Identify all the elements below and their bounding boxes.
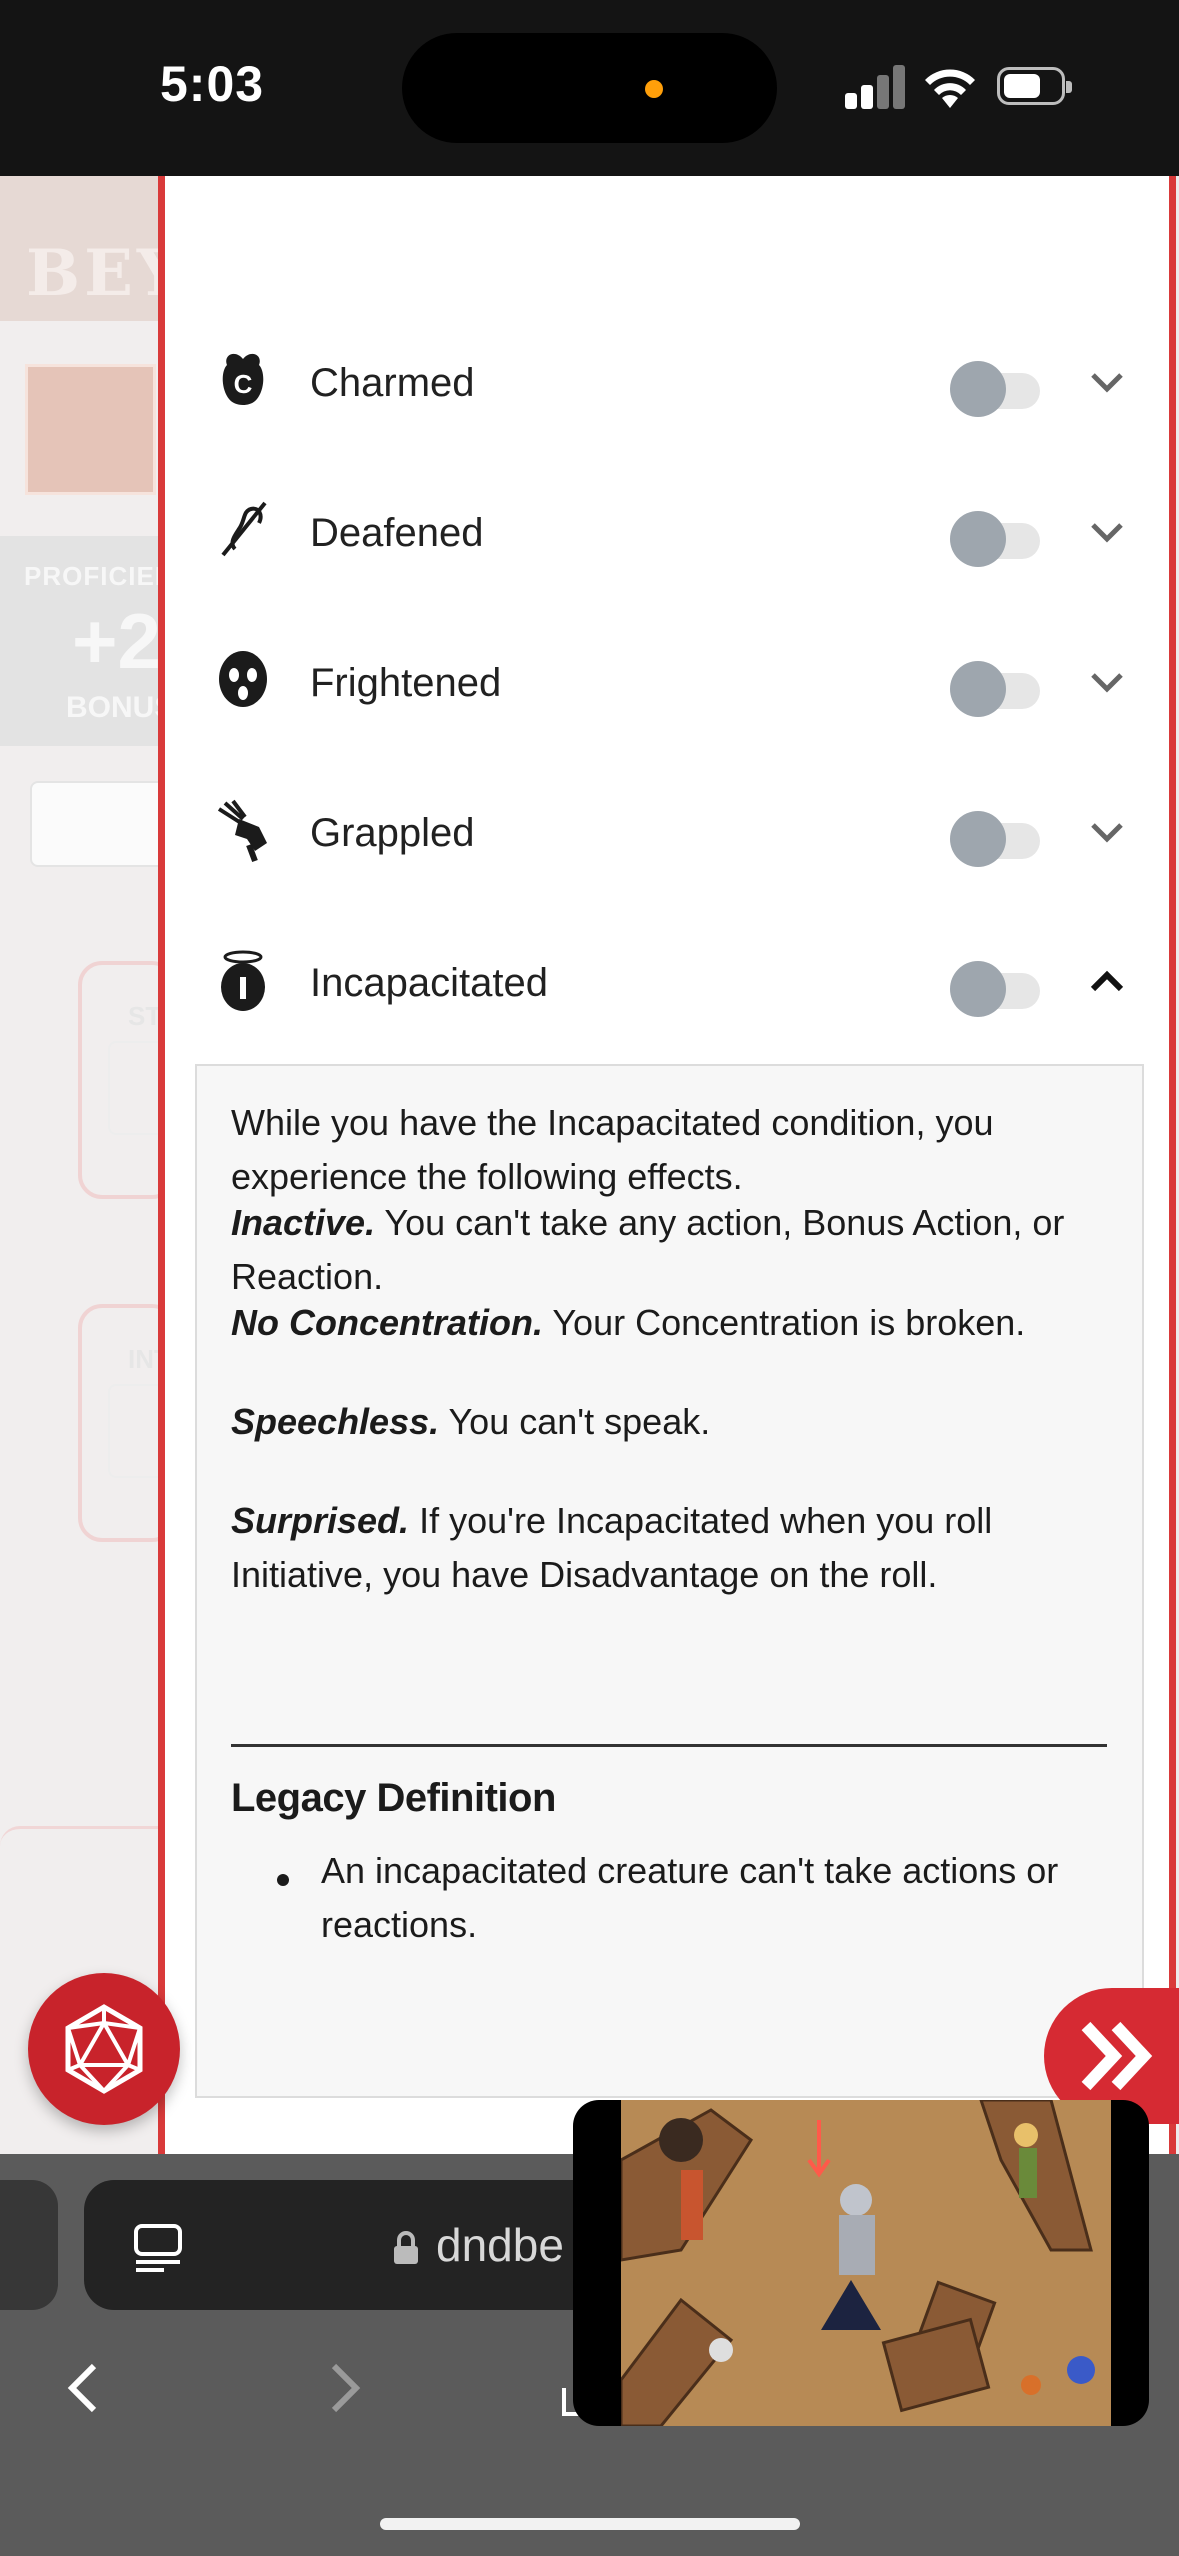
incapacitated-description: While you have the Incapacitated conditi… (195, 1064, 1144, 2098)
chevron-down-icon[interactable] (1087, 817, 1127, 847)
deafened-toggle[interactable] (950, 511, 1040, 567)
condition-row-frightened[interactable]: Frightened (165, 623, 1169, 743)
charmed-toggle[interactable] (950, 361, 1040, 417)
condition-row-incapacitated[interactable]: Incapacitated (165, 923, 1169, 1043)
deafened-icon (221, 501, 267, 557)
frightened-icon (219, 651, 267, 707)
description-intro: While you have the Incapacitated conditi… (231, 1102, 994, 1197)
character-avatar (25, 364, 156, 495)
incapacitated-icon (221, 950, 265, 1011)
battle-map-scene (619, 2100, 1095, 2426)
condition-row-charmed[interactable]: C Charmed (165, 323, 1169, 443)
condition-label: Deafened (310, 511, 484, 555)
condition-row-grappled[interactable]: Grappled (165, 773, 1169, 893)
condition-label: Grappled (310, 811, 475, 855)
legacy-definition-item: An incapacitated creature can't take act… (321, 1850, 1059, 1945)
lock-icon (394, 2231, 418, 2264)
stat-label-intelligence: INT (128, 1344, 160, 1374)
grappled-toggle[interactable] (950, 811, 1040, 867)
wifi-icon (925, 69, 975, 108)
proficiency-bonus-label: BONUS (66, 691, 160, 724)
logo-text: BEY (26, 236, 160, 311)
dynamic-island (402, 33, 777, 143)
previous-tab-preview[interactable] (0, 2180, 58, 2310)
privacy-indicator-dot (645, 80, 663, 98)
effect-surprised: Surprised. If you're Incapacitated when … (231, 1500, 993, 1595)
reader-mode-icon[interactable] (132, 2222, 184, 2272)
proficiency-label: PROFICIEN (24, 561, 160, 591)
divider (231, 1744, 1107, 1747)
stat-score-box (108, 1384, 160, 1478)
d20-icon (65, 2004, 143, 2094)
legacy-definition-title: Legacy Definition (231, 1776, 556, 1820)
frightened-toggle[interactable] (950, 661, 1040, 717)
background-frame-line (0, 1826, 160, 1853)
chevron-down-icon[interactable] (1087, 517, 1127, 547)
background-character-sheet: BEY PROFICIEN +2 BONUS ST INT (0, 176, 160, 2176)
conditions-panel: C Charmed Deafened Frightened Grappled I… (158, 176, 1176, 2154)
effect-speechless: Speechless. You can't speak. (231, 1401, 711, 1442)
stat-score-box (108, 1041, 160, 1135)
background-input-box (30, 781, 160, 867)
forward-arrow-icon[interactable] (318, 2358, 368, 2418)
dice-roller-button[interactable] (28, 1973, 180, 2125)
picture-in-picture-video[interactable] (573, 2100, 1149, 2426)
effect-no-concentration: No Concentration. Your Concentration is … (231, 1302, 1026, 1343)
condition-label: Incapacitated (310, 961, 548, 1005)
home-indicator (380, 2518, 800, 2530)
bullet-marker (277, 1854, 297, 1886)
status-bar: 5:03 (0, 0, 1179, 176)
condition-row-deafened[interactable]: Deafened (165, 473, 1169, 593)
condition-label: Frightened (310, 661, 502, 705)
condition-label: Charmed (310, 361, 475, 405)
stat-label-strength: ST (128, 1001, 160, 1031)
incapacitated-toggle[interactable] (950, 961, 1040, 1017)
back-arrow-icon[interactable] (60, 2358, 110, 2418)
effect-inactive: Inactive. You can't take any action, Bon… (231, 1202, 1065, 1297)
charmed-icon: C (222, 353, 264, 405)
battle-map-video-frame (619, 2100, 1111, 2426)
cellular-signal-icon (845, 65, 905, 109)
status-time: 5:03 (160, 56, 265, 112)
battery-icon (997, 67, 1072, 105)
grappled-icon (217, 799, 267, 863)
chevron-down-icon[interactable] (1087, 367, 1127, 397)
svg-text:C: C (234, 369, 253, 399)
proficiency-value: +2 (72, 597, 160, 685)
url-text[interactable]: dndbe (436, 2218, 564, 2272)
chevron-up-icon[interactable] (1087, 967, 1127, 997)
chevron-down-icon[interactable] (1087, 667, 1127, 697)
